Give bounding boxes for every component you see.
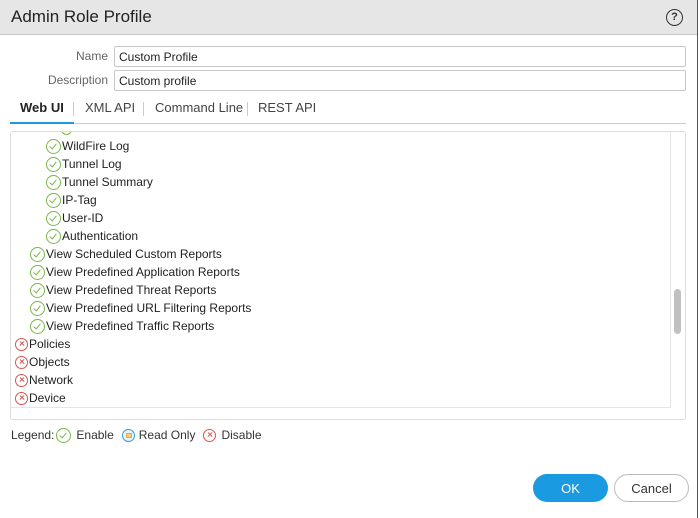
- name-label: Name: [75, 49, 108, 63]
- legend-label: Legend:: [11, 428, 55, 442]
- dialog-titlebar: Admin Role Profile ?: [0, 0, 697, 35]
- tree-item-label: IP-Tag: [62, 193, 97, 207]
- enable-icon[interactable]: [46, 156, 61, 172]
- tree-item[interactable]: User-ID: [46, 209, 103, 227]
- tree-item-label: Tunnel Summary: [62, 175, 153, 189]
- read-only-icon: [121, 428, 135, 442]
- enable-icon[interactable]: [30, 264, 45, 280]
- tab-separator: [73, 102, 74, 116]
- tree-item-label: Objects: [29, 355, 70, 369]
- legend: Legend: Enable Read Only Disable: [11, 427, 270, 443]
- tree-item[interactable]: Authentication: [46, 227, 138, 245]
- tree-item[interactable]: Objects: [15, 353, 70, 371]
- legend-read-only: Read Only: [121, 428, 196, 442]
- legend-disable: Disable: [203, 428, 262, 442]
- tree-item-label: View Scheduled Custom Reports: [46, 247, 222, 261]
- tab-separator: [247, 102, 248, 116]
- description-row: Description: [0, 70, 698, 91]
- disable-icon[interactable]: [15, 355, 28, 369]
- enable-icon: [56, 427, 72, 443]
- permissions-tree-content: WildFire Log Tunnel Log Tunnel Summary IP-T…: [11, 132, 671, 408]
- enable-icon[interactable]: [46, 192, 61, 208]
- tree-item-label: View Predefined Threat Reports: [46, 283, 217, 297]
- enable-icon[interactable]: [46, 138, 61, 154]
- tree-item[interactable]: Device: [15, 389, 66, 407]
- tree-item-label: User-ID: [62, 211, 104, 225]
- tree-item[interactable]: View Scheduled Custom Reports: [30, 245, 222, 263]
- tree-item[interactable]: View Predefined Application Reports: [30, 263, 240, 281]
- tree-item-label: Network: [29, 373, 74, 387]
- tree-item-label: WildFire Log: [62, 139, 130, 153]
- tab-separator: [143, 102, 144, 116]
- tree-item-label: View Predefined Traffic Reports: [46, 319, 215, 333]
- tree-item[interactable]: Policies: [15, 335, 70, 353]
- disable-icon[interactable]: [15, 337, 28, 351]
- disable-icon[interactable]: [15, 373, 28, 387]
- legend-enable: Enable: [56, 427, 114, 443]
- enable-icon[interactable]: [30, 282, 45, 298]
- description-label: Description: [47, 73, 108, 87]
- disable-icon[interactable]: [15, 391, 28, 405]
- name-row: Name: [0, 46, 698, 67]
- tree-item[interactable]: View Predefined URL Filtering Reports: [30, 299, 251, 317]
- enable-icon[interactable]: [46, 228, 61, 244]
- legend-disable-label: Disable: [221, 428, 262, 442]
- tab-command-line[interactable]: Command Line: [155, 100, 243, 124]
- tree-item[interactable]: Network: [15, 371, 73, 389]
- tree-item-label: View Predefined Application Reports: [46, 265, 240, 279]
- ok-button[interactable]: OK: [533, 474, 608, 502]
- enable-icon[interactable]: [46, 174, 61, 190]
- help-icon[interactable]: ?: [666, 9, 683, 26]
- enable-icon[interactable]: [30, 300, 45, 316]
- tab-xml-api[interactable]: XML API: [85, 100, 135, 124]
- admin-role-profile-dialog: Admin Role Profile ? Name Description We…: [0, 0, 698, 518]
- tree-item[interactable]: WildFire Log: [46, 137, 129, 155]
- enable-icon: [61, 132, 72, 135]
- tree-item-label: Tunnel Log: [62, 157, 122, 171]
- enable-icon[interactable]: [30, 246, 45, 262]
- legend-read-only-label: Read Only: [138, 428, 196, 442]
- tab-web-ui[interactable]: Web UI: [10, 100, 74, 124]
- tree-item-label: View Predefined URL Filtering Reports: [46, 301, 252, 315]
- tree-item[interactable]: View Predefined Traffic Reports: [30, 317, 214, 335]
- enable-icon[interactable]: [30, 318, 45, 334]
- legend-enable-label: Enable: [76, 428, 114, 442]
- dialog-title: Admin Role Profile: [11, 7, 152, 26]
- description-input[interactable]: [114, 70, 686, 91]
- tab-rest-api[interactable]: REST API: [258, 100, 316, 124]
- tree-item-label: Authentication: [62, 229, 139, 243]
- enable-icon[interactable]: [46, 210, 61, 226]
- tree-item[interactable]: View Predefined Threat Reports: [30, 281, 216, 299]
- tree-item[interactable]: Tunnel Log: [46, 155, 122, 173]
- tree-item[interactable]: Tunnel Summary: [46, 173, 153, 191]
- disable-icon: [203, 428, 217, 442]
- cancel-button[interactable]: Cancel: [614, 474, 689, 502]
- name-input[interactable]: [114, 46, 686, 67]
- tree-scrollbar[interactable]: [674, 289, 681, 334]
- tree-item-label: Policies: [29, 337, 71, 351]
- tree-item-label: Device: [29, 391, 66, 405]
- tab-bar: Web UI XML API Command Line REST API: [10, 100, 686, 124]
- tree-item[interactable]: IP-Tag: [46, 191, 97, 209]
- permissions-tree[interactable]: WildFire Log Tunnel Log Tunnel Summary IP-T…: [10, 131, 686, 420]
